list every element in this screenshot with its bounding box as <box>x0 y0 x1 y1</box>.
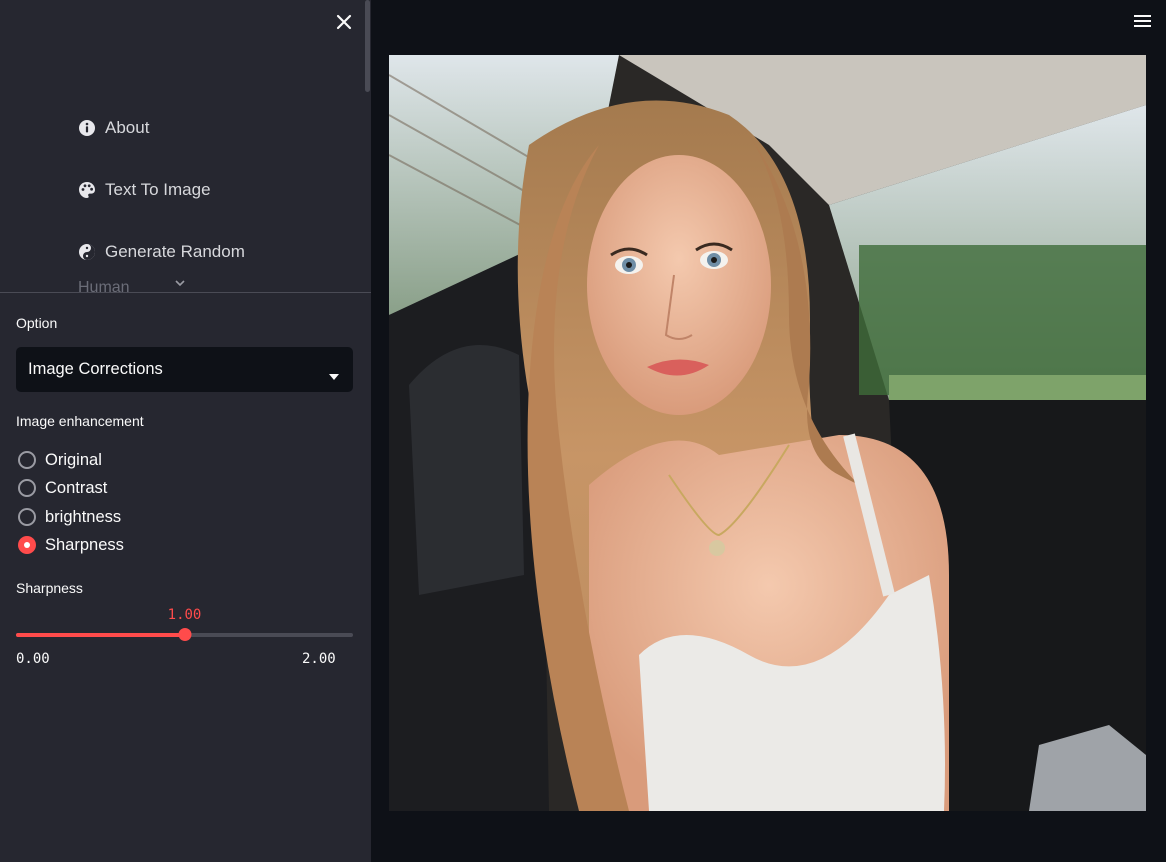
nav-item-text-to-image[interactable]: Text To Image <box>78 176 211 204</box>
nav-item-label: Text To Image <box>105 180 211 199</box>
nav-item-label: Generate Random <box>105 242 245 261</box>
radio-label: Contrast <box>45 478 108 497</box>
close-icon <box>336 14 352 30</box>
radio-label: Sharpness <box>45 535 124 554</box>
palette-icon <box>78 181 96 199</box>
option-select-value: Image Corrections <box>28 360 163 378</box>
yin-yang-icon <box>78 243 96 261</box>
radio-circle[interactable] <box>18 508 36 526</box>
radio-contrast[interactable]: Contrast <box>18 477 107 499</box>
radio-label: brightness <box>45 507 122 526</box>
sharpness-slider-label: Sharpness <box>16 580 83 596</box>
nav-item-human[interactable]: Human <box>78 274 185 292</box>
nav-item-generate-random[interactable]: Generate Random <box>78 238 245 266</box>
radio-circle[interactable] <box>18 479 36 497</box>
radio-label: Original <box>45 450 102 469</box>
radio-circle[interactable] <box>18 451 36 469</box>
option-select[interactable]: Image Corrections <box>16 347 353 392</box>
chevron-down-icon <box>175 274 185 292</box>
scrollbar-thumb[interactable] <box>365 0 370 92</box>
close-sidebar-button[interactable] <box>333 11 355 33</box>
option-label: Option <box>16 315 58 331</box>
output-image <box>389 55 1146 811</box>
slider-current-value: 1.00 <box>167 607 202 623</box>
sidebar-scrollbar[interactable] <box>365 0 371 862</box>
slider-max-value: 2.00 <box>302 651 336 667</box>
nav-item-about[interactable]: About <box>78 114 149 142</box>
sidebar: About Text To Image Generate Random Huma… <box>0 0 371 862</box>
info-circle-icon <box>78 119 96 137</box>
slider-fill <box>16 633 185 637</box>
caret-down-icon <box>329 366 339 385</box>
radio-original[interactable]: Original <box>18 449 102 471</box>
slider-min-value: 0.00 <box>16 651 50 667</box>
nav-menu: About Text To Image Generate Random Huma… <box>0 60 365 292</box>
sidebar-divider <box>0 292 371 293</box>
radio-sharpness[interactable]: Sharpness <box>18 534 124 556</box>
main-menu-button[interactable] <box>1133 13 1153 29</box>
radio-brightness[interactable]: brightness <box>18 506 121 528</box>
radio-circle-selected[interactable] <box>18 536 36 554</box>
nav-item-label: Human <box>78 279 130 292</box>
hamburger-menu-icon <box>1134 15 1151 27</box>
nav-item-label: About <box>105 118 150 137</box>
slider-handle[interactable] <box>178 628 191 641</box>
image-enhancement-label: Image enhancement <box>16 413 144 429</box>
